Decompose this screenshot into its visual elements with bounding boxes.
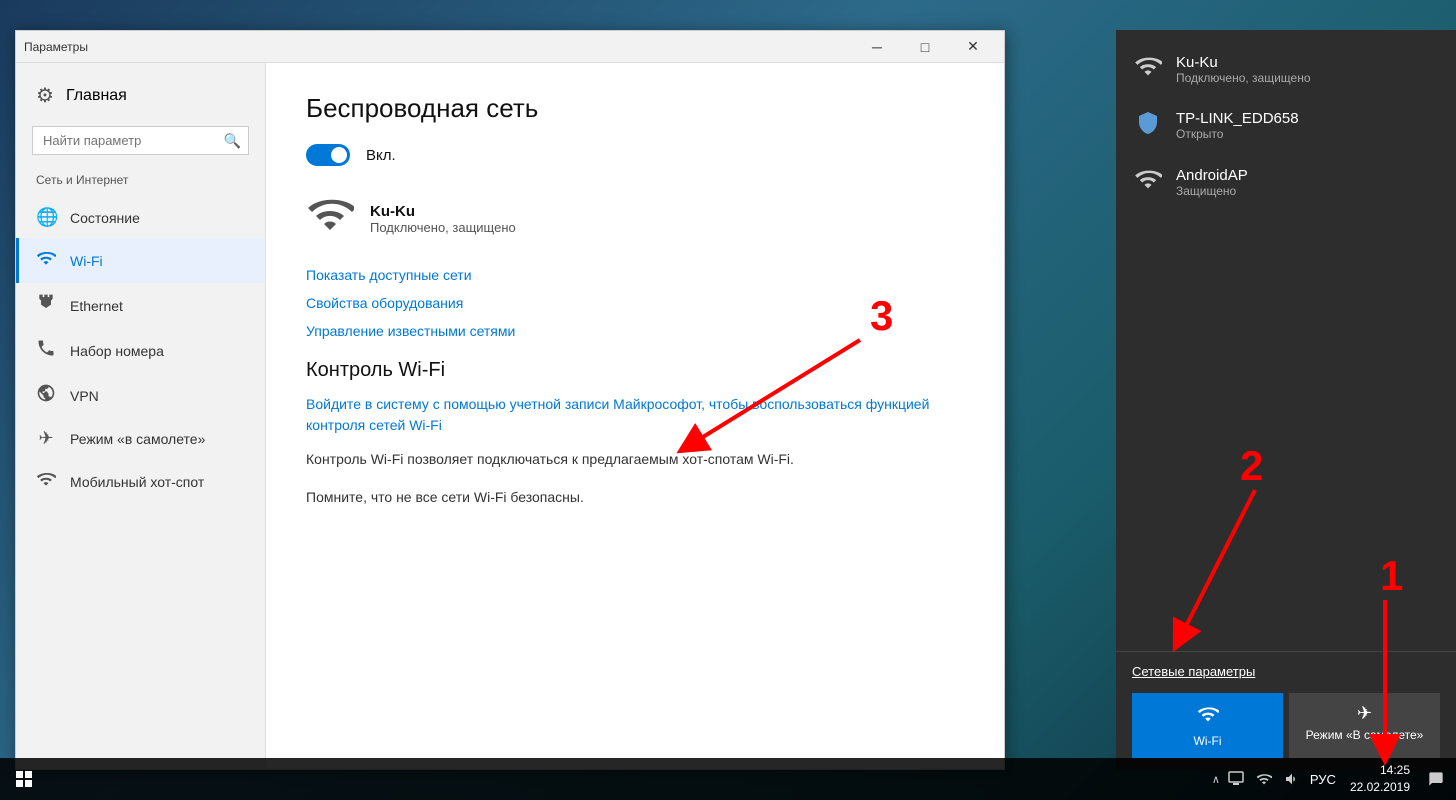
flyout-networks: Ku-Ku Подключено, защищено TP-LINK_EDD65…: [1116, 30, 1456, 651]
settings-window: Параметры ─ □ ✕ ⚙ Главная 🔍 Сеть и Интер…: [15, 30, 1005, 770]
hotspot-icon: [36, 469, 56, 494]
sidebar-item-label-dialup: Набор номера: [70, 343, 164, 359]
sidebar-item-ethernet[interactable]: Ethernet: [16, 283, 265, 328]
flyout-wifi-icon-1: [1134, 52, 1162, 86]
flyout-net-status-2: Открыто: [1176, 127, 1299, 141]
wifi-control-desc: Контроль Wi-Fi позволяет подключаться к …: [306, 448, 964, 470]
flyout-network-item-tplink[interactable]: TP-LINK_EDD658 Открыто: [1116, 98, 1456, 153]
taskbar-clock[interactable]: 14:25 22.02.2019: [1342, 762, 1418, 796]
manage-networks-link[interactable]: Управление известными сетями: [306, 323, 964, 339]
clock-time: 14:25: [1350, 762, 1410, 779]
sidebar-item-label-wifi: Wi-Fi: [70, 253, 103, 269]
title-bar-controls: ─ □ ✕: [854, 31, 996, 63]
dialup-icon: [36, 338, 56, 363]
wifi-icon: [36, 248, 56, 273]
flyout-net-name-3: AndroidAP: [1176, 167, 1248, 184]
taskbar-right: ∧ РУС: [1212, 762, 1456, 796]
network-wifi-icon: [306, 190, 354, 247]
window-title: Параметры: [24, 40, 88, 54]
wifi-toggle[interactable]: [306, 144, 350, 166]
network-flyout: Ku-Ku Подключено, защищено TP-LINK_EDD65…: [1116, 30, 1456, 770]
page-title: Беспроводная сеть: [306, 93, 964, 124]
flyout-net-info-3: AndroidAP Защищено: [1176, 167, 1248, 198]
notification-area: ∧: [1212, 767, 1304, 791]
flyout-net-name-1: Ku-Ku: [1176, 54, 1311, 71]
desktop: Параметры ─ □ ✕ ⚙ Главная 🔍 Сеть и Интер…: [0, 0, 1456, 800]
airplane-icon: ✈: [36, 428, 56, 449]
vpn-icon: [36, 383, 56, 408]
sidebar-home-button[interactable]: ⚙ Главная: [16, 73, 265, 118]
flyout-wifi-icon-3: [1134, 165, 1162, 199]
wifi-control-note: Помните, что не все сети Wi-Fi безопасны…: [306, 486, 964, 508]
section-title: Сеть и Интернет: [16, 167, 265, 193]
window-body: ⚙ Главная 🔍 Сеть и Интернет 🌐 Состояние: [16, 63, 1004, 769]
toggle-label: Вкл.: [366, 147, 396, 164]
network-name: Ku-Ku: [370, 203, 516, 220]
minimize-button[interactable]: ─: [854, 31, 900, 63]
sidebar-item-label-ethernet: Ethernet: [70, 298, 123, 314]
flyout-footer: Сетевые параметры Wi-Fi ✈ Режим «В самол…: [1116, 651, 1456, 770]
display-icon[interactable]: [1224, 767, 1248, 791]
flyout-shield-icon: [1134, 111, 1162, 140]
search-input[interactable]: [32, 126, 249, 155]
chevron-up-icon[interactable]: ∧: [1212, 773, 1220, 786]
volume-icon[interactable]: [1280, 767, 1304, 791]
sidebar-item-airplane[interactable]: ✈ Режим «в самолете»: [16, 418, 265, 459]
maximize-button[interactable]: □: [902, 31, 948, 63]
network-settings-link[interactable]: Сетевые параметры: [1132, 664, 1440, 679]
taskbar: ∧ РУС: [0, 758, 1456, 800]
title-bar: Параметры ─ □ ✕: [16, 31, 1004, 63]
network-status: Подключено, защищено: [370, 220, 516, 235]
network-card: Ku-Ku Подключено, защищено: [306, 190, 964, 247]
toggle-row: Вкл.: [306, 144, 964, 166]
network-info: Ku-Ku Подключено, защищено: [370, 203, 516, 235]
wifi-control-title: Контроль Wi-Fi: [306, 359, 964, 382]
wifi-quick-label: Wi-Fi: [1194, 734, 1222, 748]
show-networks-link[interactable]: Показать доступные сети: [306, 267, 964, 283]
notification-button[interactable]: [1424, 767, 1448, 791]
wifi-quick-button[interactable]: Wi-Fi: [1132, 693, 1283, 758]
wifi-taskbar-icon[interactable]: [1252, 767, 1276, 791]
sidebar: ⚙ Главная 🔍 Сеть и Интернет 🌐 Состояние: [16, 63, 266, 769]
flyout-net-status-3: Защищено: [1176, 184, 1248, 198]
airplane-quick-button[interactable]: ✈ Режим «В самолете»: [1289, 693, 1440, 758]
taskbar-left: [0, 758, 48, 800]
sidebar-item-vpn[interactable]: VPN: [16, 373, 265, 418]
airplane-quick-label: Режим «В самолете»: [1306, 728, 1424, 742]
main-content: Беспроводная сеть Вкл. Ku-Ku Подключено,…: [266, 63, 1004, 769]
flyout-net-status-1: Подключено, защищено: [1176, 71, 1311, 85]
flyout-net-name-2: TP-LINK_EDD658: [1176, 110, 1299, 127]
flyout-net-info-1: Ku-Ku Подключено, защищено: [1176, 54, 1311, 85]
flyout-net-info-2: TP-LINK_EDD658 Открыто: [1176, 110, 1299, 141]
flyout-network-item-androidap[interactable]: AndroidAP Защищено: [1116, 153, 1456, 211]
sidebar-item-status[interactable]: 🌐 Состояние: [16, 197, 265, 238]
sidebar-item-label-status: Состояние: [70, 210, 140, 226]
status-icon: 🌐: [36, 207, 56, 228]
sidebar-item-label-airplane: Режим «в самолете»: [70, 431, 205, 447]
search-icon: 🔍: [224, 132, 241, 149]
sidebar-search: 🔍: [32, 126, 249, 155]
sidebar-item-label-vpn: VPN: [70, 388, 99, 404]
hardware-props-link[interactable]: Свойства оборудования: [306, 295, 964, 311]
wifi-control-link[interactable]: Войдите в систему с помощью учетной запи…: [306, 394, 964, 436]
airplane-quick-icon: ✈: [1357, 703, 1372, 724]
sidebar-item-dialup[interactable]: Набор номера: [16, 328, 265, 373]
language-indicator[interactable]: РУС: [1310, 772, 1336, 787]
sidebar-item-wifi[interactable]: Wi-Fi: [16, 238, 265, 283]
home-icon: ⚙: [36, 83, 54, 108]
sidebar-home-label: Главная: [66, 87, 127, 105]
close-button[interactable]: ✕: [950, 31, 996, 63]
sidebar-item-hotspot[interactable]: Мобильный хот-спот: [16, 459, 265, 504]
start-button[interactable]: [0, 758, 48, 800]
flyout-quick-actions: Wi-Fi ✈ Режим «В самолете»: [1132, 693, 1440, 758]
wifi-quick-icon: [1197, 703, 1219, 730]
flyout-network-item-kukuku[interactable]: Ku-Ku Подключено, защищено: [1116, 40, 1456, 98]
clock-date: 22.02.2019: [1350, 779, 1410, 796]
sidebar-item-label-hotspot: Мобильный хот-спот: [70, 474, 204, 490]
ethernet-icon: [36, 293, 56, 318]
